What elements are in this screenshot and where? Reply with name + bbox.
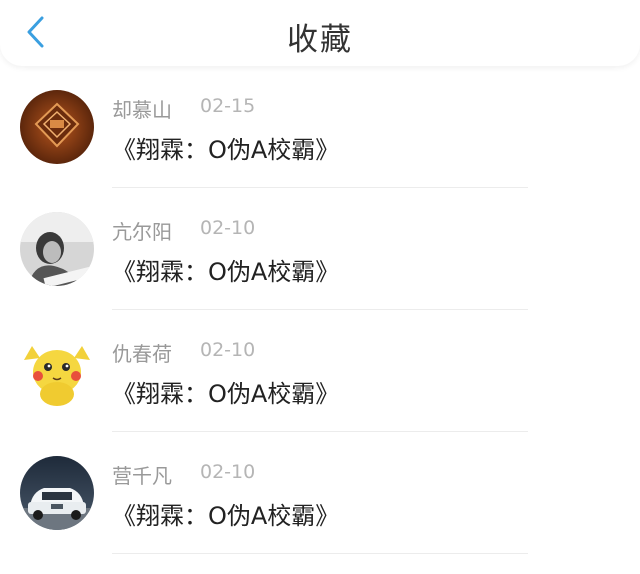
user-name: 仇春荷 — [112, 342, 172, 366]
divider — [112, 431, 528, 432]
person-photo-avatar[interactable] — [20, 212, 94, 286]
user-name: 却慕山 — [112, 98, 172, 122]
user-name: 营千凡 — [112, 464, 172, 488]
divider — [112, 309, 528, 310]
favorite-date: 02-10 — [200, 461, 256, 483]
stamp-avatar[interactable] — [20, 90, 94, 164]
favorite-date: 02-10 — [200, 339, 256, 361]
favorite-date: 02-15 — [200, 95, 256, 117]
list-item[interactable]: 却慕山 02-15 《翔霖：O伪A校霸》 — [0, 86, 640, 208]
favorite-date: 02-10 — [200, 217, 256, 239]
divider — [112, 187, 528, 188]
page-title: 收藏 — [287, 22, 353, 58]
car-avatar[interactable] — [20, 456, 94, 530]
book-title[interactable]: 《翔霖：O伪A校霸》 — [112, 252, 339, 287]
list-item[interactable]: 营千凡 02-10 《翔霖：O伪A校霸》 — [0, 452, 640, 574]
book-title[interactable]: 《翔霖：O伪A校霸》 — [112, 374, 339, 409]
book-title[interactable]: 《翔霖：O伪A校霸》 — [112, 496, 339, 531]
pikachu-avatar[interactable] — [20, 334, 94, 408]
user-name: 亢尔阳 — [112, 220, 172, 244]
list-item[interactable]: 仇春荷 02-10 《翔霖：O伪A校霸》 — [0, 330, 640, 452]
list-item[interactable]: 亢尔阳 02-10 《翔霖：O伪A校霸》 — [0, 208, 640, 330]
favorites-list: 却慕山 02-15 《翔霖：O伪A校霸》 亢尔阳 02-10 《翔霖：O伪A校霸… — [0, 86, 640, 574]
book-title[interactable]: 《翔霖：O伪A校霸》 — [112, 130, 339, 165]
divider — [112, 553, 528, 554]
top-bar: 收藏 — [0, 0, 640, 66]
